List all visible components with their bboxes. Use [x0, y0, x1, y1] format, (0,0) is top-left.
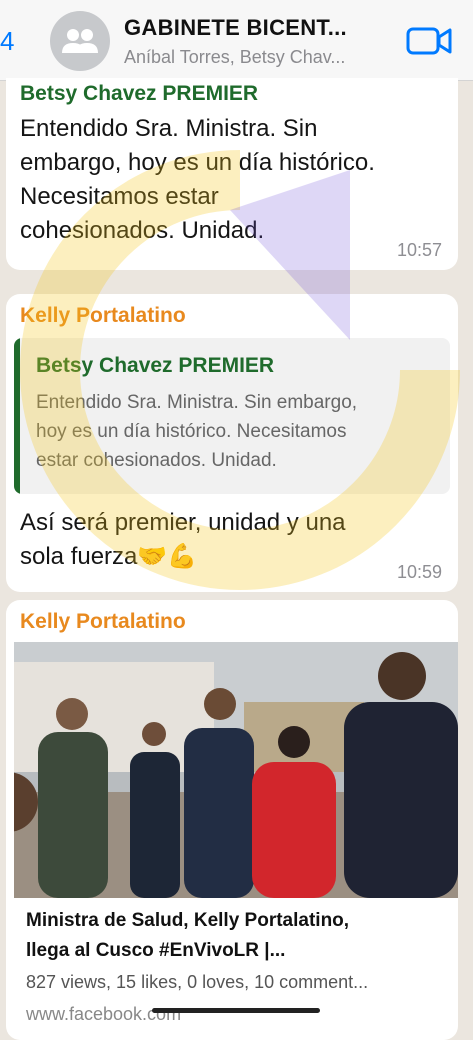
message-bubble[interactable]: Betsy Chavez PREMIER Entendido Sra. Mini…	[6, 78, 458, 270]
quoted-text: Entendido Sra. Ministra. Sin embargo, ho…	[36, 392, 358, 471]
back-unread-count[interactable]: 4	[0, 26, 14, 57]
chat-participants[interactable]: Aníbal Torres, Betsy Chav...	[124, 47, 345, 68]
message-text: Así será premier, unidad y una sola fuer…	[20, 509, 346, 570]
message-sender[interactable]: Betsy Chavez PREMIER	[20, 82, 258, 106]
message-text: Entendido Sra. Ministra. Sin embargo, ho…	[20, 115, 375, 244]
message-time: 10:57	[396, 240, 442, 260]
link-preview-stats: 827 views, 15 likes, 0 loves, 10 comment…	[26, 972, 369, 992]
quote-bar	[14, 338, 20, 494]
link-preview-title[interactable]: Ministra de Salud, Kelly Portalatino, ll…	[26, 906, 446, 966]
group-avatar-icon[interactable]	[50, 11, 110, 71]
message-time: 10:59	[396, 562, 442, 582]
home-indicator	[152, 1008, 320, 1013]
message-sender[interactable]: Kelly Portalatino	[20, 304, 186, 328]
quoted-sender: Betsy Chavez PREMIER	[36, 354, 275, 377]
chat-header: 4 GABINETE BICENT... Aníbal Torres, Bets…	[0, 0, 473, 81]
message-sender[interactable]: Kelly Portalatino	[20, 610, 186, 634]
quoted-message[interactable]: Betsy Chavez PREMIER Entendido Sra. Mini…	[14, 338, 450, 494]
chat-title[interactable]: GABINETE BICENT...	[124, 15, 347, 41]
message-bubble[interactable]: Kelly Portalatino Betsy Chavez PREMIER E…	[6, 294, 458, 592]
link-preview-image[interactable]	[14, 642, 458, 898]
video-call-icon[interactable]	[405, 25, 453, 57]
message-bubble[interactable]: Kelly Portalatino Ministra de Salud, Kel…	[6, 600, 458, 1040]
